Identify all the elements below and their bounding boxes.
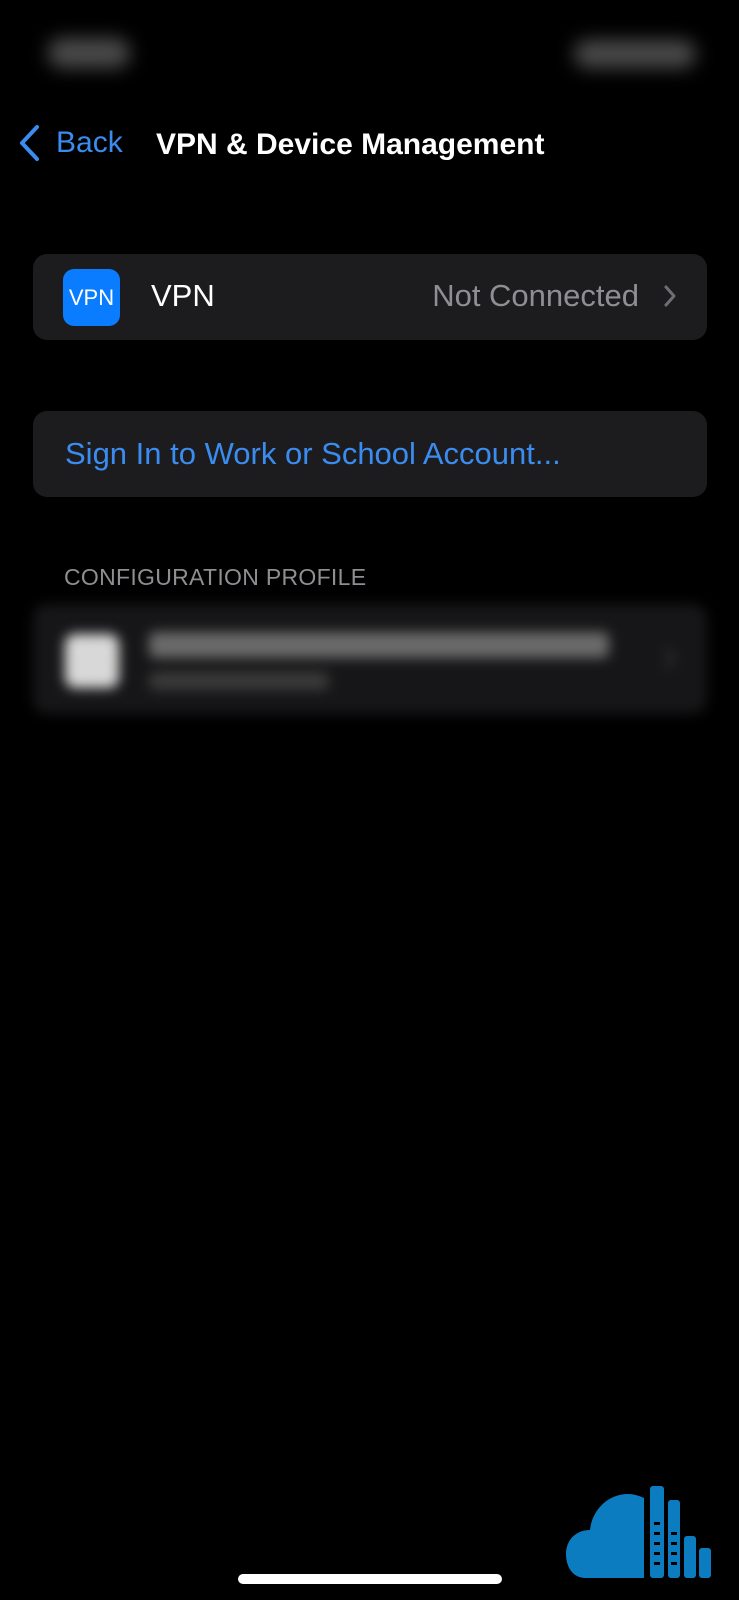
status-bar — [0, 0, 739, 100]
configuration-profile-header: CONFIGURATION PROFILE — [64, 564, 367, 590]
vpn-row[interactable]: VPN VPN Not Connected — [33, 254, 707, 340]
vpn-icon: VPN — [63, 269, 120, 326]
back-label: Back — [56, 126, 123, 159]
vpn-status: Not Connected — [432, 278, 639, 313]
profile-icon — [65, 634, 119, 688]
vpn-label: VPN — [151, 278, 215, 313]
status-time-redacted — [48, 38, 130, 68]
page-title: VPN & Device Management — [156, 128, 545, 161]
configuration-profile-row-redacted[interactable] — [33, 604, 707, 714]
status-icons-redacted — [574, 40, 696, 68]
sign-in-label: Sign In to Work or School Account... — [65, 436, 561, 471]
home-indicator — [238, 1574, 502, 1584]
back-button[interactable]: Back — [16, 120, 123, 166]
profile-name-redacted — [149, 632, 609, 658]
profile-subtitle-redacted — [149, 672, 329, 690]
chevron-right-icon — [664, 285, 676, 307]
cloud-logo-icon — [566, 1486, 711, 1578]
chevron-left-icon — [20, 125, 39, 161]
sign-in-work-school-button[interactable]: Sign In to Work or School Account... — [33, 411, 707, 497]
chevron-right-icon — [664, 647, 676, 669]
navigation-bar: Back VPN & Device Management — [0, 108, 739, 178]
